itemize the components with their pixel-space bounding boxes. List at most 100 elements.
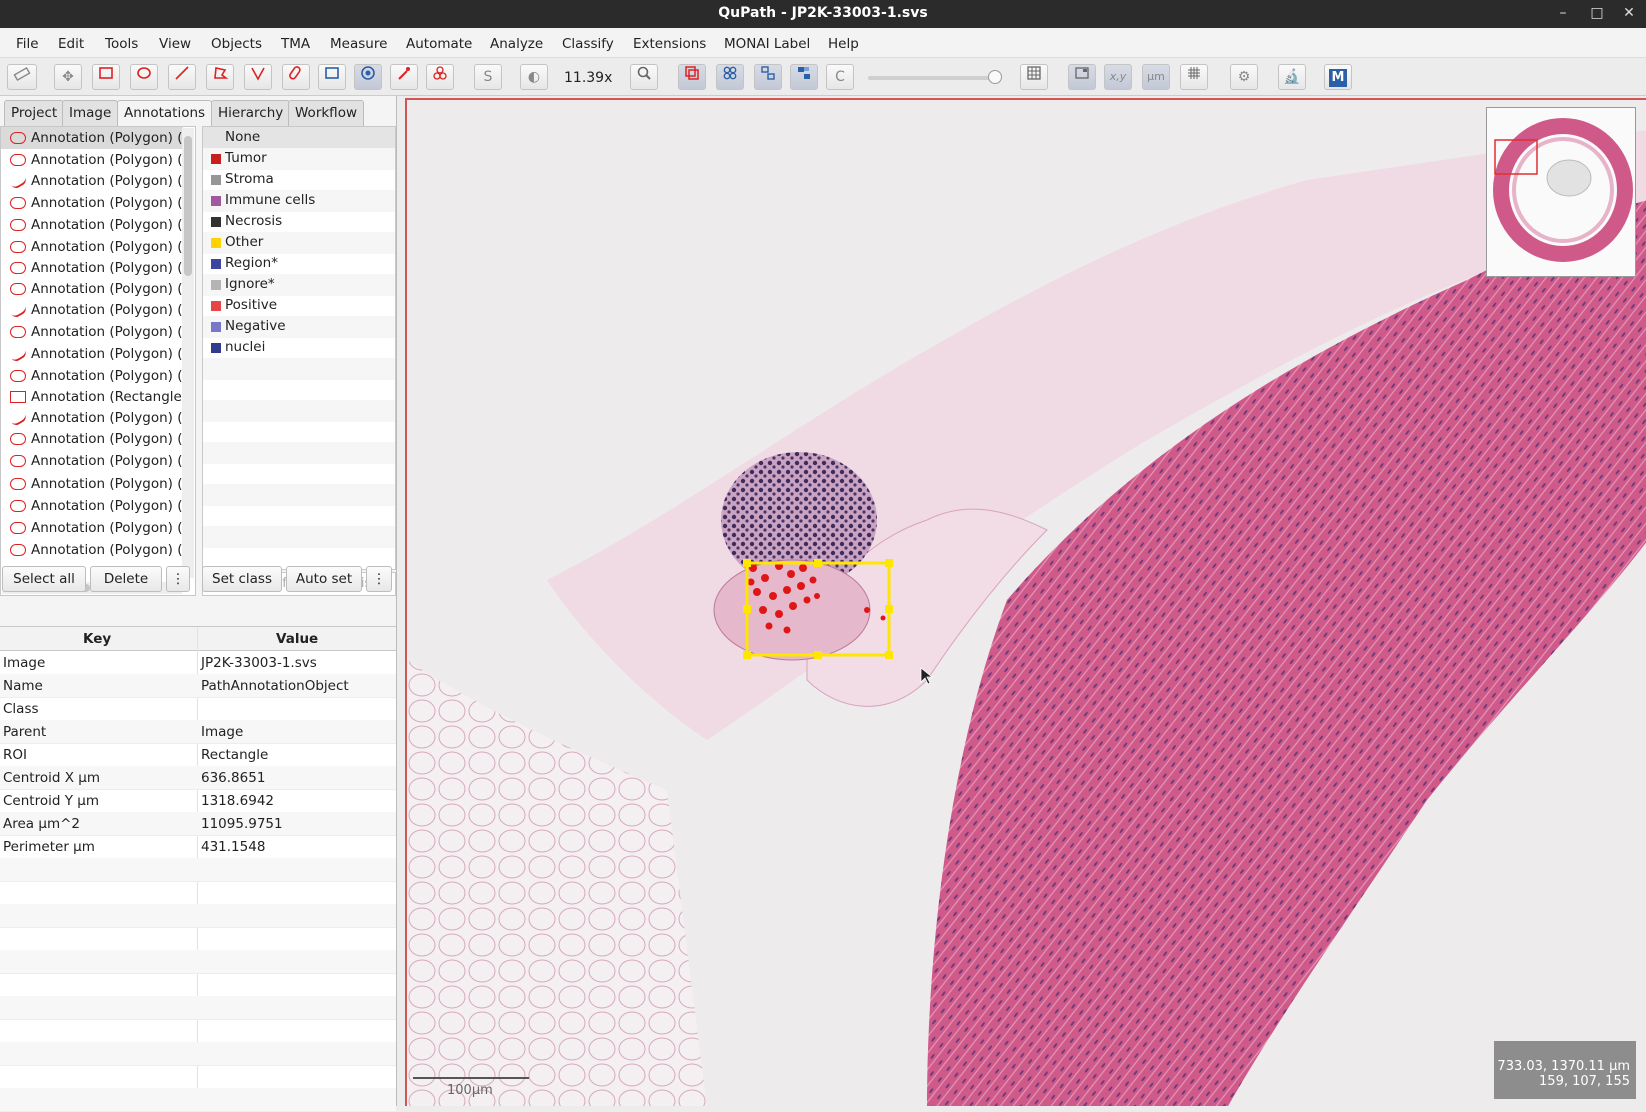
property-row[interactable]: Perimeter µm 431.1548 — [0, 835, 396, 859]
maximize-button[interactable]: □ — [1580, 0, 1614, 28]
select-all-button[interactable]: Select all — [2, 566, 86, 592]
close-button[interactable]: ✕ — [1612, 0, 1646, 28]
class-item-other[interactable]: Other — [203, 232, 395, 254]
preferences-gear-icon[interactable]: ⚙ — [1230, 64, 1258, 90]
scrollbar-thumb[interactable] — [184, 136, 192, 276]
show-overview-icon[interactable] — [1068, 64, 1096, 90]
measurement-table-icon[interactable] — [1020, 64, 1048, 90]
auto-set-button[interactable]: Auto set — [286, 566, 362, 592]
menu-classify[interactable]: Classify — [562, 36, 614, 52]
show-grid-icon[interactable] — [1180, 64, 1208, 90]
overview-thumbnail[interactable] — [1486, 107, 1636, 277]
annotation-list-item[interactable]: Annotation (Polygon) (I — [1, 127, 183, 149]
property-row[interactable]: Area µm^2 11095.9751 — [0, 812, 396, 836]
zoom-to-fit-icon[interactable] — [630, 64, 658, 90]
class-item-positive[interactable]: Positive — [203, 295, 395, 317]
class-item-tumor[interactable]: Tumor — [203, 148, 395, 170]
line-tool-icon[interactable] — [168, 64, 196, 90]
tab-hierarchy[interactable]: Hierarchy — [211, 100, 291, 126]
menu-tma[interactable]: TMA — [281, 36, 310, 52]
set-class-button[interactable]: Set class — [202, 566, 282, 592]
menu-objects[interactable]: Objects — [211, 36, 262, 52]
image-viewer[interactable] — [405, 98, 1646, 1106]
tab-annotations[interactable]: Annotations — [117, 100, 213, 126]
annotation-list-item[interactable]: Annotation (Polygon) (I — [1, 473, 183, 495]
rectangle-tool-icon[interactable] — [92, 64, 120, 90]
menu-automate[interactable]: Automate — [406, 36, 472, 52]
annotation-list-item[interactable]: Annotation (Polygon) (I — [1, 321, 183, 343]
classification-list[interactable]: None Tumor Stroma Immune cells Necrosis Other… — [202, 126, 396, 570]
property-row[interactable]: Centroid Y µm 1318.6942 — [0, 789, 396, 813]
class-item-negative[interactable]: Negative — [203, 316, 395, 338]
tab-project[interactable]: Project — [4, 100, 65, 126]
annotation-list-item[interactable]: Annotation (Polygon) (I — [1, 257, 183, 279]
log-viewer-icon[interactable]: 🔬 — [1278, 64, 1306, 90]
show-detections-icon[interactable] — [754, 64, 782, 90]
annotation-list-scrollbar[interactable] — [182, 128, 194, 578]
annotation-list-item[interactable]: Annotation (Polygon) (I — [1, 495, 183, 517]
polyline-tool-icon[interactable] — [244, 64, 272, 90]
annotation-list-item[interactable]: Annotation (Polygon) (I — [1, 278, 183, 300]
menu-help[interactable]: Help — [828, 36, 859, 52]
menu-tools[interactable]: Tools — [105, 36, 138, 52]
move-icon[interactable]: ✥ — [54, 64, 82, 90]
delete-button[interactable]: Delete — [90, 566, 162, 592]
class-item-nuclei[interactable]: nuclei — [203, 337, 395, 359]
annotation-list-item[interactable]: Annotation (Polygon) (I — [1, 214, 183, 236]
annotation-more-button[interactable]: ⋮ — [166, 566, 190, 592]
annotation-list-item[interactable]: Annotation (Polygon) (I — [1, 428, 183, 450]
class-item-necrosis[interactable]: Necrosis — [203, 211, 395, 233]
menu-edit[interactable]: Edit — [58, 36, 84, 52]
menu-view[interactable]: View — [159, 36, 191, 52]
brush-mode-icon[interactable]: S — [474, 64, 502, 90]
show-connections-icon[interactable]: C — [826, 64, 854, 90]
menu-monai-label[interactable]: MONAI Label — [724, 36, 810, 52]
class-item-stroma[interactable]: Stroma — [203, 169, 395, 191]
key-column-header[interactable]: Key — [83, 631, 111, 647]
points-tool-icon[interactable] — [354, 64, 382, 90]
annotation-list-item[interactable]: Annotation (Polygon) (C — [1, 407, 183, 429]
class-more-button[interactable]: ⋮ — [366, 566, 392, 592]
menu-file[interactable]: File — [16, 36, 39, 52]
menu-measure[interactable]: Measure — [330, 36, 387, 52]
property-row[interactable]: Image JP2K-33003-1.svs — [0, 651, 396, 675]
class-item-immune-cells[interactable]: Immune cells — [203, 190, 395, 212]
show-location-icon[interactable]: x,y — [1104, 64, 1132, 90]
annotation-list-item[interactable]: Annotation (Polygon) (I — [1, 517, 183, 539]
tab-image[interactable]: Image — [62, 100, 119, 126]
annotation-list-item[interactable]: Annotation (Rectangle) — [1, 386, 183, 408]
show-scalebar-icon[interactable]: µm — [1142, 64, 1170, 90]
annotation-list-item[interactable]: Annotation (Polygon) (I — [1, 299, 183, 321]
annotation-list[interactable]: Annotation (Polygon) (I Annotation (Polyg… — [0, 126, 196, 596]
wand-tool-icon[interactable] — [390, 64, 418, 90]
property-row[interactable]: Parent Image — [0, 720, 396, 744]
ruler-icon[interactable] — [7, 64, 37, 90]
property-row[interactable]: ROI Rectangle — [0, 743, 396, 767]
show-tma-grid-icon[interactable] — [716, 64, 744, 90]
value-column-header[interactable]: Value — [276, 631, 318, 647]
cells-tool-icon[interactable] — [426, 64, 454, 90]
annotation-list-item[interactable]: Annotation (Polygon) (I — [1, 149, 183, 171]
annotation-list-item[interactable]: Annotation (Polygon) (I — [1, 539, 183, 561]
fill-detections-icon[interactable] — [790, 64, 818, 90]
class-item-region[interactable]: Region* — [203, 253, 395, 275]
annotation-list-item[interactable]: Annotation (Polygon) (I — [1, 450, 183, 472]
selection-mode-icon[interactable] — [318, 64, 346, 90]
annotation-list-item[interactable]: Annotation (Polygon) (I — [1, 365, 183, 387]
tab-workflow[interactable]: Workflow — [288, 100, 364, 126]
annotation-list-item[interactable]: Annotation (Polygon) (I — [1, 170, 183, 192]
slide-image[interactable] — [407, 100, 1646, 1106]
annotation-list-item[interactable]: Annotation (Polygon) (C — [1, 343, 183, 365]
property-row[interactable]: Centroid X µm 636.8651 — [0, 766, 396, 790]
polygon-tool-icon[interactable] — [206, 64, 234, 90]
brush-tool-icon[interactable] — [282, 64, 310, 90]
property-row[interactable]: Class — [0, 697, 396, 721]
annotation-list-item[interactable]: Annotation (Polygon) (I — [1, 192, 183, 214]
contrast-icon[interactable]: ◐ — [520, 64, 548, 90]
show-annotations-icon[interactable] — [678, 64, 706, 90]
monai-icon[interactable]: M — [1324, 64, 1352, 90]
minimize-button[interactable]: – — [1546, 0, 1580, 28]
class-item-ignore[interactable]: Ignore* — [203, 274, 395, 296]
property-row[interactable]: Name PathAnnotationObject — [0, 674, 396, 698]
menu-analyze[interactable]: Analyze — [490, 36, 543, 52]
